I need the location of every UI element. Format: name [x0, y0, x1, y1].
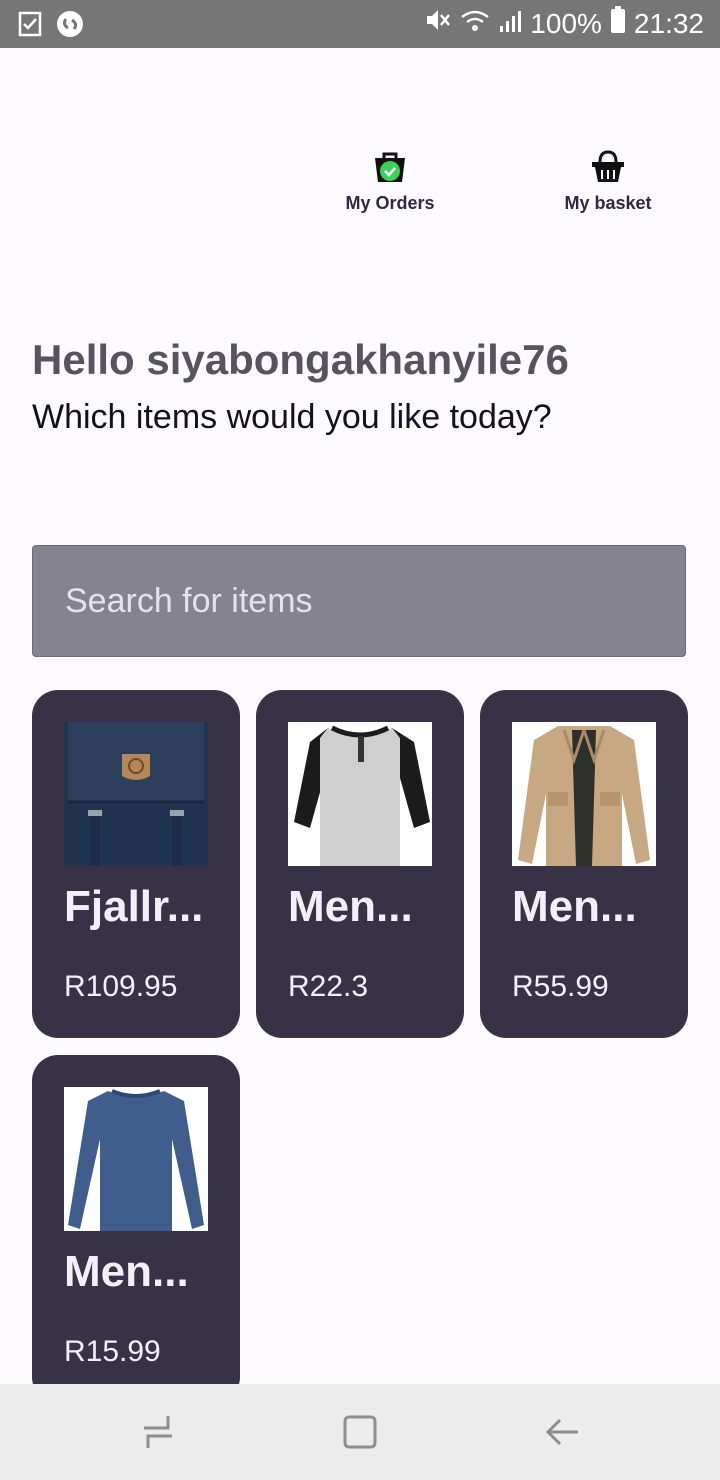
clock: 21:32: [633, 7, 704, 39]
my-orders-label: My Orders: [345, 193, 435, 213]
status-bar: 100% 21:32: [0, 0, 720, 48]
basket-icon: [590, 150, 626, 189]
product-name: Men...: [512, 882, 637, 931]
signal-icon: [498, 8, 522, 40]
product-price: R15.99: [64, 1335, 161, 1368]
my-orders-button[interactable]: My Orders: [320, 150, 460, 214]
my-basket-button[interactable]: My basket: [538, 150, 678, 214]
product-price: R22.3: [288, 970, 369, 1003]
product-card[interactable]: Fjallr... R109.95: [32, 690, 240, 1038]
product-name: Fjallr...: [64, 882, 204, 931]
top-nav: My Orders My basket: [0, 150, 720, 230]
product-card[interactable]: Men... R55.99: [480, 690, 688, 1038]
product-name: Men...: [288, 882, 413, 931]
search-box[interactable]: [32, 545, 686, 657]
product-card[interactable]: Men... R15.99: [32, 1055, 240, 1403]
greeting-title: Hello siyabongakhanyile76: [32, 336, 569, 383]
product-image-henley: [288, 722, 432, 866]
my-basket-label: My basket: [564, 193, 652, 213]
product-image-long-sleeve: [64, 1087, 208, 1231]
product-image-backpack: [64, 722, 208, 866]
battery-percent: 100%: [530, 7, 602, 39]
product-name: Men...: [64, 1247, 189, 1296]
product-card[interactable]: Men... R22.3: [256, 690, 464, 1038]
mute-icon: [424, 7, 452, 40]
product-price: R55.99: [512, 970, 609, 1003]
product-price: R109.95: [64, 970, 178, 1003]
product-image-jacket: [512, 722, 656, 866]
shopping-bag-check-icon: [372, 150, 408, 189]
greeting-subtitle: Which items would you like today?: [32, 398, 552, 436]
battery-icon: [610, 6, 626, 41]
wifi-icon: [460, 8, 490, 40]
shazam-icon: [56, 10, 84, 43]
search-input[interactable]: [33, 546, 685, 656]
back-icon[interactable]: [544, 1414, 580, 1455]
recent-apps-icon[interactable]: [140, 1414, 176, 1455]
home-icon[interactable]: [342, 1414, 378, 1455]
checklist-icon: [18, 11, 42, 42]
system-nav-bar: [0, 1384, 720, 1480]
